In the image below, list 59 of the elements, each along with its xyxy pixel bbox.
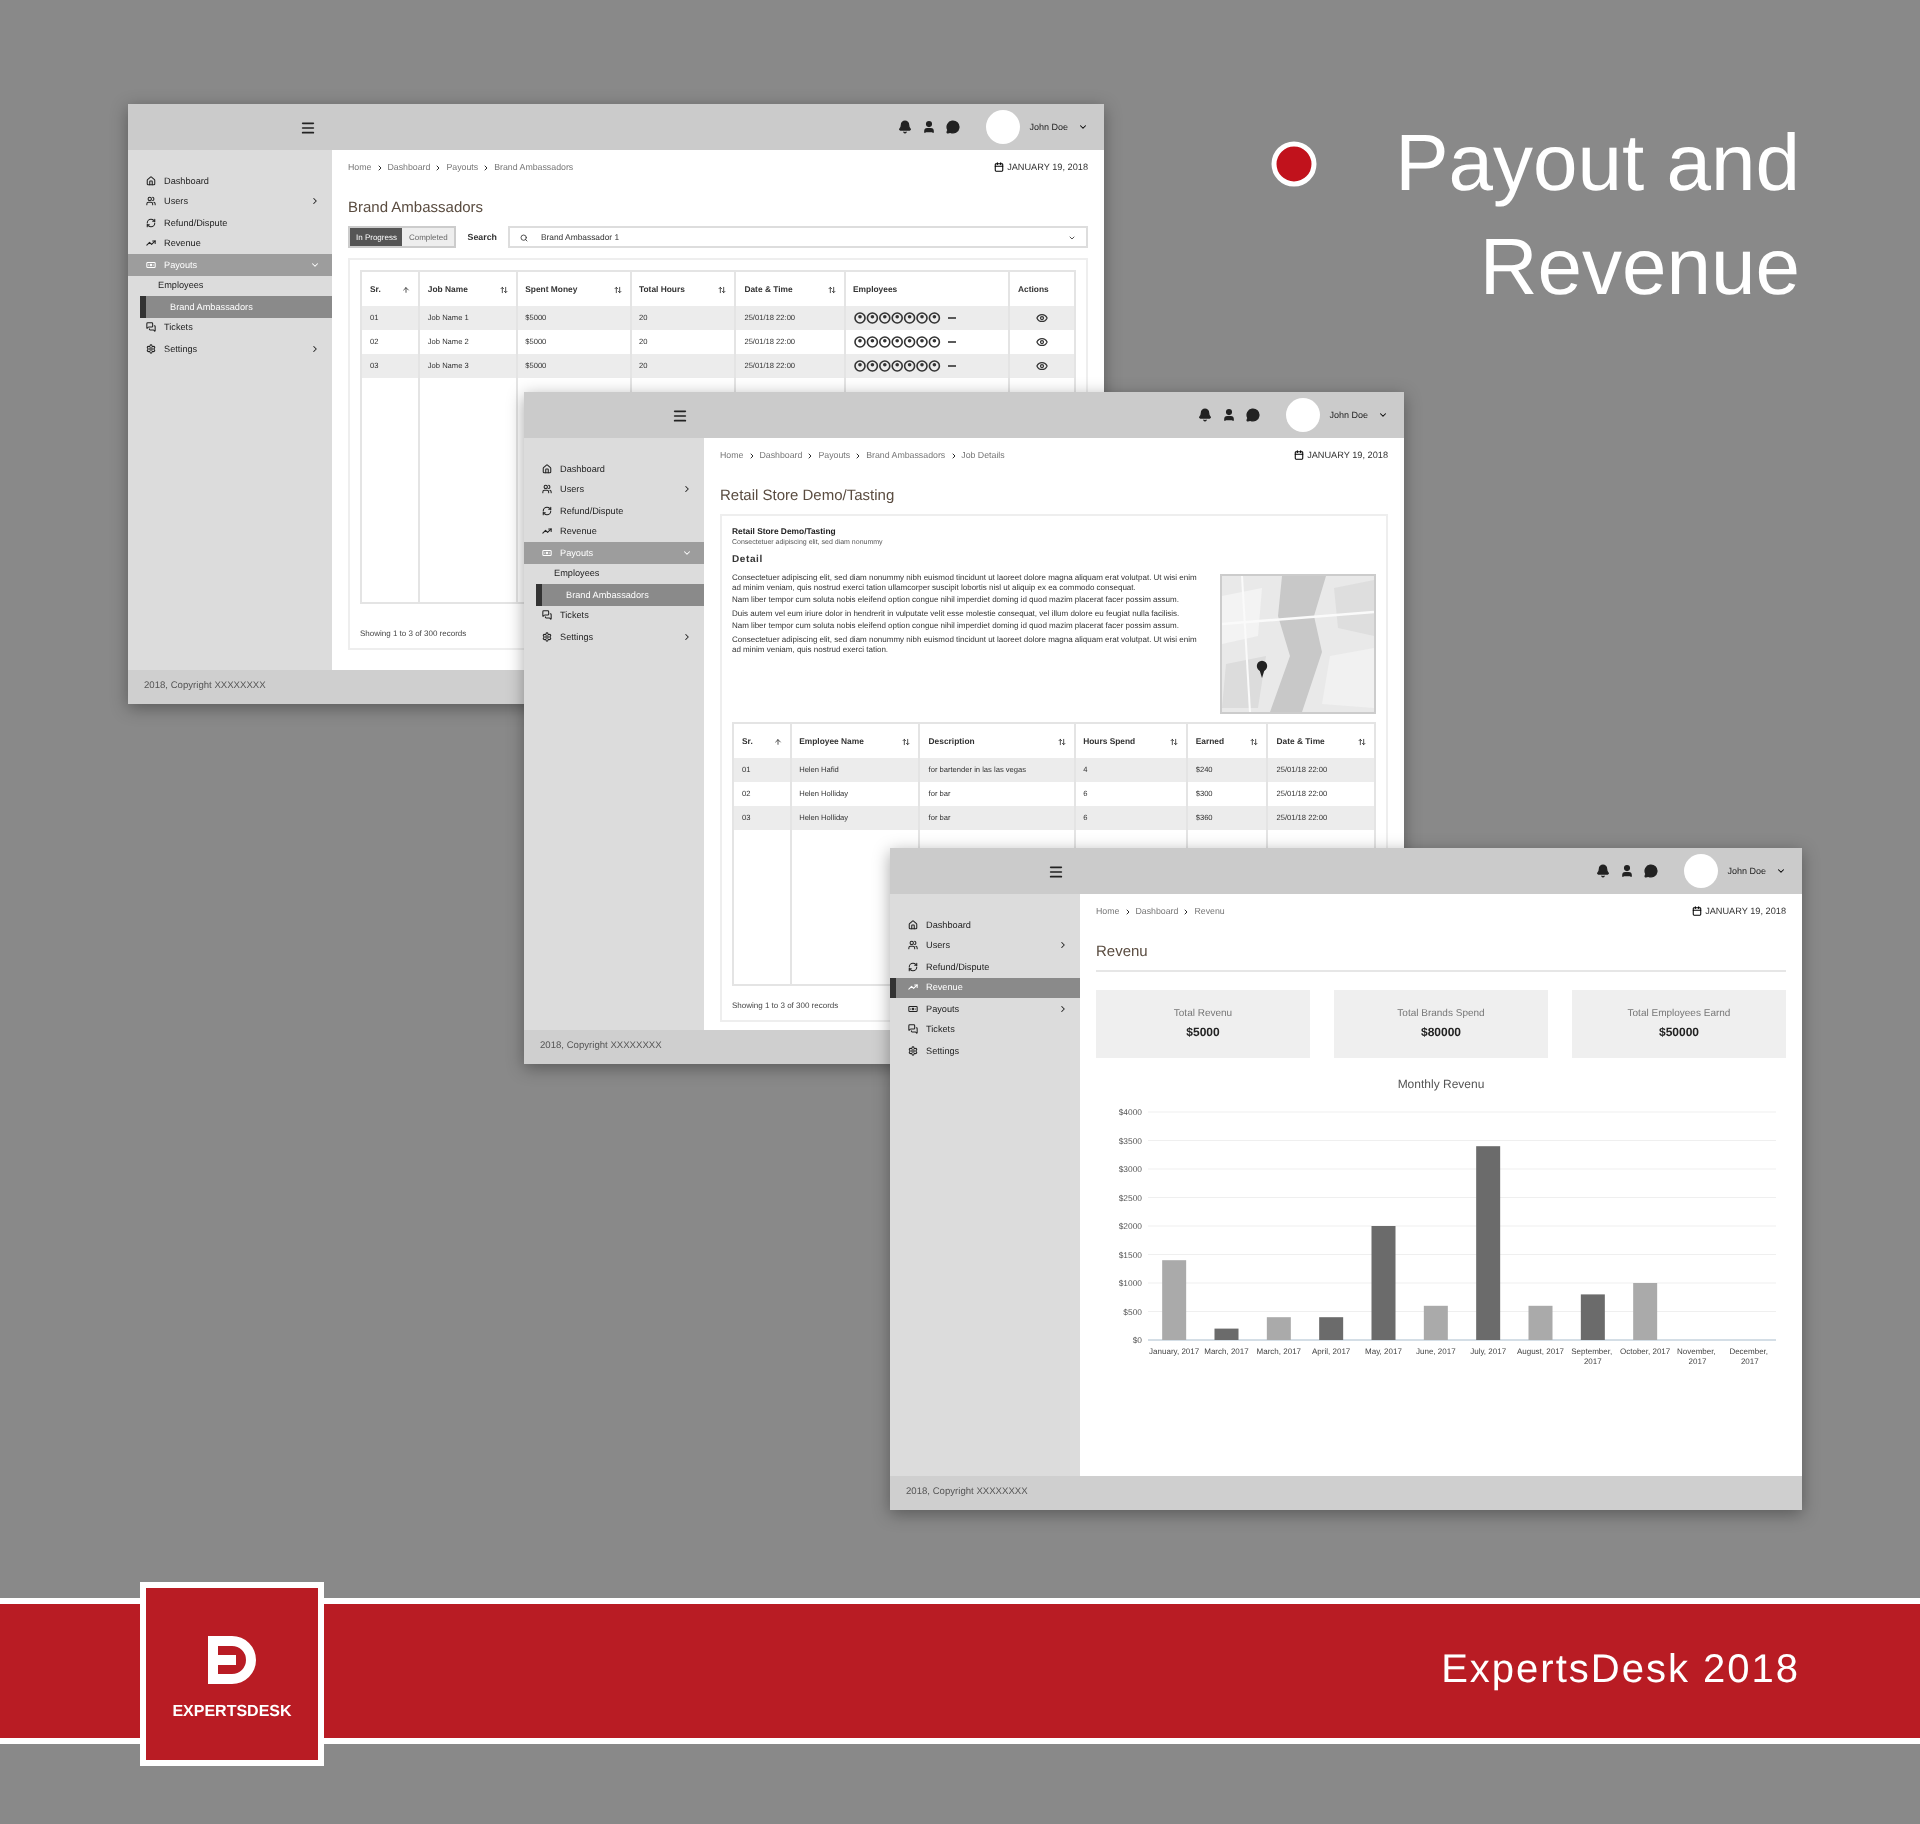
chart-bar	[1266, 1317, 1291, 1340]
employee-avatars-icon	[853, 311, 957, 323]
nav-icon	[146, 217, 156, 228]
nav-icon	[908, 1024, 918, 1035]
bell-icon[interactable]	[1197, 408, 1212, 422]
nav-icon	[542, 547, 552, 558]
menu-icon[interactable]	[1048, 863, 1064, 879]
chart-bar	[1214, 1328, 1239, 1340]
chart-bar	[1162, 1260, 1187, 1340]
calendar-icon	[1293, 450, 1304, 460]
nav-icon	[908, 940, 918, 951]
bell-icon[interactable]	[1595, 864, 1610, 878]
nav-icon	[908, 982, 918, 993]
user-icon[interactable]	[921, 120, 936, 134]
chart-bar	[1423, 1305, 1448, 1340]
user-icon[interactable]	[1221, 408, 1236, 422]
nav-icon	[908, 1045, 918, 1056]
chat-icon[interactable]	[945, 120, 960, 134]
chart-bar	[1371, 1226, 1396, 1340]
logo-text: EXPERTSDESK	[172, 1701, 292, 1719]
brand-caption: ExpertsDesk 2018	[1441, 1648, 1800, 1694]
nav-icon	[146, 196, 156, 207]
nav-icon	[146, 259, 156, 270]
chart-bar	[1633, 1283, 1658, 1340]
nav-icon	[542, 505, 552, 516]
chevron-down-icon	[1776, 866, 1786, 876]
headline: Payout and Revenue	[1393, 118, 1800, 316]
chevron-down-icon	[1078, 122, 1088, 132]
chart-bar	[1528, 1305, 1553, 1340]
eye-icon[interactable]	[1036, 311, 1048, 323]
nav-icon	[146, 343, 156, 354]
user-icon[interactable]	[1619, 864, 1634, 878]
nav-icon	[146, 322, 156, 333]
nav-icon	[542, 463, 552, 474]
calendar-icon	[1691, 906, 1702, 916]
chart-bar	[1319, 1317, 1344, 1340]
search-icon	[520, 233, 529, 241]
eye-icon[interactable]	[1036, 335, 1048, 347]
nav-icon	[146, 175, 156, 186]
eye-icon[interactable]	[1036, 359, 1048, 371]
nav-icon	[542, 526, 552, 537]
nav-icon	[908, 1003, 918, 1014]
employee-avatars-icon	[853, 359, 957, 371]
bullet-icon	[1270, 140, 1318, 188]
nav-icon	[908, 961, 918, 972]
chart-bar	[1580, 1294, 1605, 1340]
bell-icon[interactable]	[897, 120, 912, 134]
menu-icon[interactable]	[300, 119, 316, 135]
chat-icon[interactable]	[1643, 864, 1658, 878]
nav-icon	[542, 484, 552, 495]
chat-icon[interactable]	[1245, 408, 1260, 422]
nav-icon	[542, 631, 552, 642]
chevron-down-icon	[1378, 410, 1388, 420]
menu-icon[interactable]	[672, 407, 688, 423]
nav-icon	[908, 919, 918, 930]
calendar-icon	[993, 162, 1004, 172]
nav-icon	[146, 238, 156, 249]
nav-icon	[542, 610, 552, 621]
employee-avatars-icon	[853, 335, 957, 347]
